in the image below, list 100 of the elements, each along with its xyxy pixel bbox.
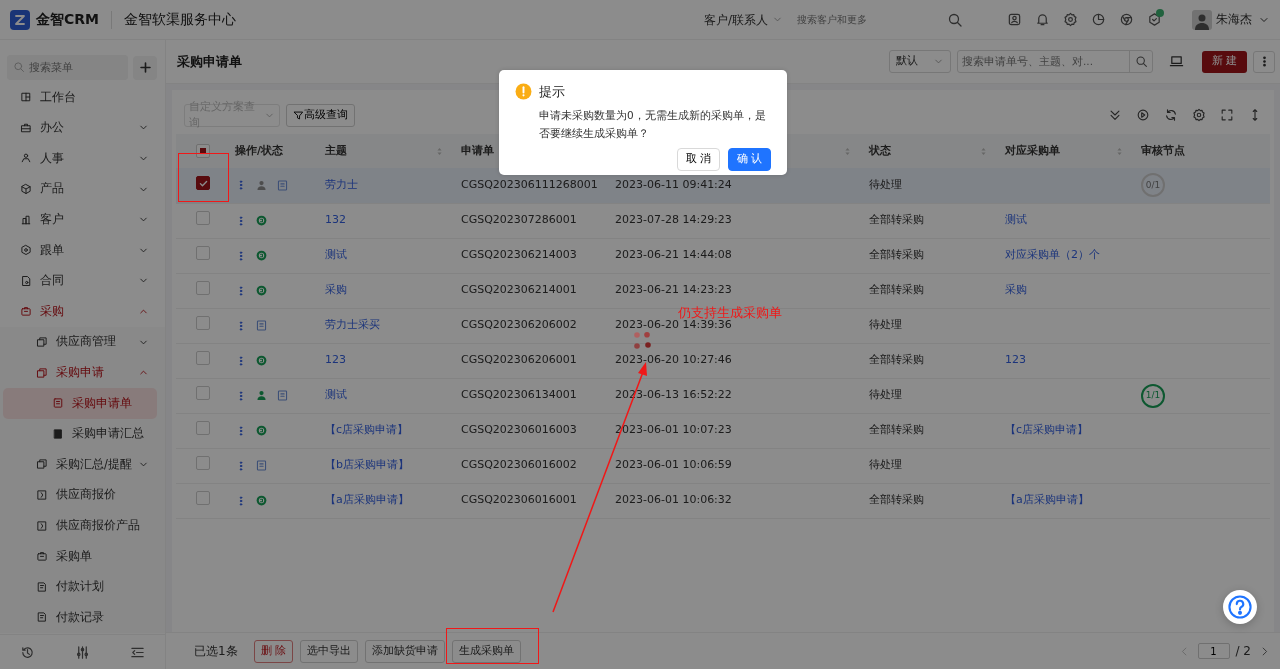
search-icon[interactable]: [947, 11, 963, 28]
menu-item[interactable]: 采购申请单: [3, 387, 157, 419]
fullscreen-icon[interactable]: [1220, 108, 1234, 122]
menu-item[interactable]: 跟单: [0, 234, 165, 266]
subject-link[interactable]: 132: [325, 213, 346, 227]
table-cell: 2023-06-11 09:41:24: [615, 178, 732, 191]
form-icon: [52, 397, 64, 410]
annotation-note: 仍支持生成采购单: [678, 304, 782, 320]
menu-item[interactable]: 供应商报价: [0, 479, 165, 511]
refresh-icon[interactable]: [1164, 108, 1178, 122]
order-link[interactable]: 采购: [1005, 283, 1027, 297]
new-button[interactable]: 新 建: [1202, 50, 1247, 73]
collapse-menu-icon[interactable]: [130, 645, 145, 660]
selection-count: 已选1条: [194, 643, 238, 660]
table-cell: 待处理: [869, 388, 902, 402]
filter-icon: [293, 109, 304, 121]
menu-item[interactable]: 客户: [0, 204, 165, 235]
menu-item[interactable]: 供应商管理: [0, 326, 165, 358]
order-link[interactable]: 测试: [1005, 213, 1027, 227]
page-field[interactable]: 1: [1197, 643, 1230, 659]
menu-item[interactable]: 付款记录: [0, 602, 165, 633]
cancel-button[interactable]: 取 消: [677, 147, 720, 171]
menu-item[interactable]: 采购申请汇总: [0, 418, 165, 450]
table-cell: CGSQ202306016001: [461, 493, 577, 507]
subject-link[interactable]: 123: [325, 353, 346, 367]
action-button[interactable]: 添加缺货申请: [365, 639, 445, 663]
menu-item[interactable]: 供应商报价产品: [0, 510, 165, 541]
order-link[interactable]: 对应采购单（2）个: [1005, 248, 1100, 262]
menu-item[interactable]: 产品: [0, 173, 165, 205]
page-total: / 2: [1235, 643, 1251, 660]
table-cell: 2023-06-20 14:39:36: [615, 318, 732, 332]
menu-item[interactable]: 人事: [0, 143, 165, 174]
table-cell: 待处理: [869, 458, 902, 472]
bag-icon: [36, 550, 48, 563]
layout-icon: [20, 91, 32, 104]
search-field[interactable]: 搜索申请单号、主题、对...: [958, 51, 1129, 72]
menu-item[interactable]: 采购申请: [0, 357, 165, 388]
menu-item[interactable]: 付款计划: [0, 571, 165, 603]
subject-link[interactable]: 【a店采购申请】: [325, 493, 409, 507]
action-button[interactable]: 生成采购单: [452, 639, 521, 663]
table-cell: 全部转采购: [869, 493, 924, 507]
shield-icon[interactable]: [1147, 12, 1162, 27]
table-cell: 全部转采购: [869, 283, 924, 297]
subject-link[interactable]: 测试: [325, 248, 347, 262]
table-cell: CGSQ202306111268001: [461, 178, 598, 191]
confirm-button[interactable]: 确 认: [728, 147, 771, 171]
document-icon: [36, 611, 48, 624]
table-cell: CGSQ202306206001: [461, 353, 577, 367]
copy-icon: [36, 458, 48, 471]
view-select[interactable]: 默认: [889, 50, 951, 73]
action-button[interactable]: 选中导出: [300, 639, 358, 663]
table-cell: 2023-06-20 10:27:46: [615, 353, 732, 367]
history-icon[interactable]: [20, 645, 35, 660]
menu-item[interactable]: 采购: [0, 296, 165, 327]
subject-link[interactable]: 测试: [325, 388, 347, 402]
order-link[interactable]: 123: [1005, 353, 1026, 367]
menu-item[interactable]: 工作台: [0, 82, 165, 113]
table-cell: CGSQ202306206002: [461, 318, 577, 332]
play-icon[interactable]: [1136, 108, 1150, 122]
menu-item[interactable]: 采购单: [0, 540, 165, 572]
monitor-icon[interactable]: [1169, 54, 1184, 69]
contacts-icon[interactable]: [1007, 12, 1022, 27]
user-name[interactable]: 朱海杰: [1216, 10, 1252, 29]
delete-button[interactable]: 删 除: [253, 639, 293, 663]
avatar[interactable]: [1192, 9, 1212, 30]
settings-icon[interactable]: [1192, 108, 1206, 122]
table-cell: CGSQ202306016002: [461, 458, 577, 472]
menu-item[interactable]: 合同: [0, 265, 165, 297]
sliders-icon[interactable]: [75, 645, 90, 660]
app-name: 金智CRM: [36, 10, 99, 29]
settings-icon[interactable]: [1063, 12, 1078, 27]
advanced-search-button[interactable]: 高级查询: [286, 103, 355, 127]
subject-link[interactable]: 劳力士: [325, 178, 358, 191]
table-cell: 全部转采购: [869, 353, 924, 367]
pie-chart-icon[interactable]: [1091, 12, 1106, 27]
order-link[interactable]: 【a店采购申请】: [1005, 493, 1089, 507]
bell-icon[interactable]: [1035, 12, 1050, 27]
cube-icon: [20, 183, 32, 196]
menu-item[interactable]: 办公: [0, 112, 165, 144]
row-checkbox[interactable]: [196, 176, 210, 191]
order-link[interactable]: 【c店采购申请】: [1005, 423, 1089, 437]
warning-icon: [515, 83, 532, 101]
review-progress: 1/1: [1141, 383, 1165, 408]
search-field[interactable]: 搜索客户和更多: [797, 12, 947, 27]
more-button[interactable]: [1253, 50, 1275, 73]
dialog-message: 申请未采购数量为0，无需生成新的采购单，是否要继续生成采购单？: [539, 107, 767, 141]
subject-link[interactable]: 【c店采购申请】: [325, 423, 409, 437]
scope-dropdown[interactable]: 客户/联系人: [703, 10, 783, 29]
search-box[interactable]: 搜索申请单号、主题、对...: [957, 50, 1153, 73]
table-cell: CGSQ202306214001: [461, 283, 577, 297]
expand-icon[interactable]: [1108, 108, 1122, 122]
subject-link[interactable]: 劳力士采买: [325, 318, 380, 332]
table-cell: 2023-07-28 14:29:23: [615, 213, 732, 227]
add-button[interactable]: [133, 55, 157, 80]
column-header: 状态: [869, 142, 891, 159]
loading-icon: [632, 332, 652, 349]
subject-link[interactable]: 采购: [325, 283, 347, 297]
subject-link[interactable]: 【b店采购申请】: [325, 458, 409, 472]
compass-icon[interactable]: [1119, 12, 1134, 27]
menu-item[interactable]: 采购汇总/提醒: [0, 449, 165, 480]
